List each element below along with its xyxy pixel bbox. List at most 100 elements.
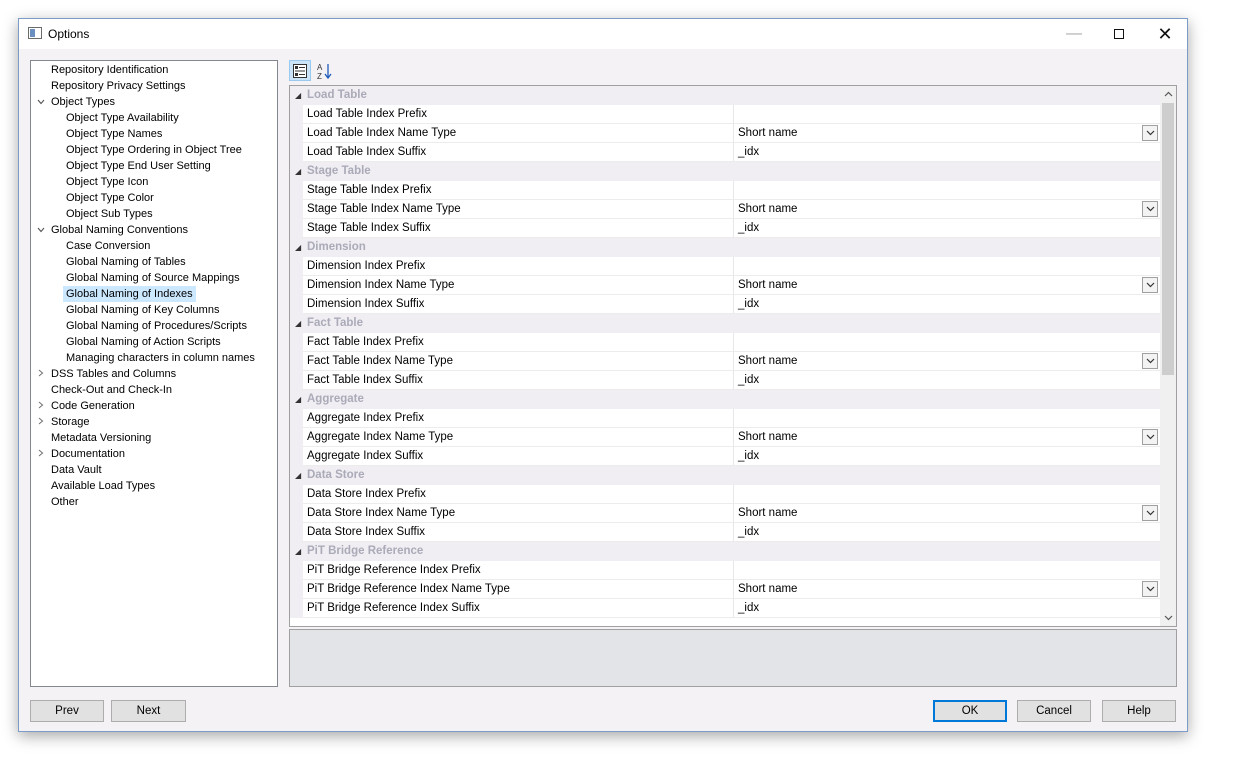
property-value[interactable]: _idx — [738, 143, 759, 162]
property-value[interactable]: _idx — [738, 599, 759, 618]
property-row[interactable]: Dimension Index Suffix _idx — [290, 295, 1160, 314]
expand-chevron-right-icon[interactable] — [35, 398, 47, 414]
dropdown-button[interactable] — [1142, 581, 1158, 597]
tree-item[interactable]: Check-Out and Check-In — [48, 382, 175, 398]
property-row[interactable]: Dimension Index Name Type Short name — [290, 276, 1160, 295]
collapse-triangle-icon[interactable]: ◢ — [295, 542, 301, 561]
column-divider[interactable] — [733, 561, 734, 580]
property-row[interactable]: Aggregate Index Suffix _idx — [290, 447, 1160, 466]
property-row[interactable]: Load Table Index Suffix _idx — [290, 143, 1160, 162]
tree-item[interactable]: Case Conversion — [63, 238, 153, 254]
property-row[interactable]: Data Store Index Name Type Short name — [290, 504, 1160, 523]
expand-chevron-right-icon[interactable] — [35, 446, 47, 462]
expand-chevron-right-icon[interactable] — [35, 366, 47, 382]
tree-item[interactable]: Global Naming of Indexes — [63, 286, 196, 302]
column-divider[interactable] — [733, 371, 734, 390]
grid-category-row[interactable]: ◢ Stage Table — [290, 162, 1160, 181]
minimize-button[interactable]: — — [1051, 19, 1097, 49]
property-row[interactable]: Dimension Index Prefix — [290, 257, 1160, 276]
prev-button[interactable]: Prev — [30, 700, 104, 722]
property-row[interactable]: PiT Bridge Reference Index Prefix — [290, 561, 1160, 580]
property-row[interactable]: PiT Bridge Reference Index Suffix _idx — [290, 599, 1160, 618]
property-row[interactable]: Load Table Index Name Type Short name — [290, 124, 1160, 143]
grid-category-row[interactable]: ◢ Dimension — [290, 238, 1160, 257]
help-button[interactable]: Help — [1102, 700, 1176, 722]
property-row[interactable]: Load Table Index Prefix — [290, 105, 1160, 124]
tree-item[interactable]: Global Naming of Source Mappings — [63, 270, 243, 286]
property-row[interactable]: Aggregate Index Prefix — [290, 409, 1160, 428]
expand-chevron-down-icon[interactable] — [35, 94, 47, 110]
property-row[interactable]: Stage Table Index Prefix — [290, 181, 1160, 200]
collapse-triangle-icon[interactable]: ◢ — [295, 390, 301, 409]
column-divider[interactable] — [733, 523, 734, 542]
dropdown-button[interactable] — [1142, 201, 1158, 217]
tree-item[interactable]: Object Type Names — [63, 126, 165, 142]
expand-chevron-down-icon[interactable] — [35, 222, 47, 238]
next-button[interactable]: Next — [111, 700, 186, 722]
dropdown-button[interactable] — [1142, 277, 1158, 293]
tree-item[interactable]: Code Generation — [48, 398, 138, 414]
column-divider[interactable] — [733, 257, 734, 276]
property-row[interactable]: Fact Table Index Suffix _idx — [290, 371, 1160, 390]
property-row[interactable]: Stage Table Index Suffix _idx — [290, 219, 1160, 238]
property-value[interactable]: _idx — [738, 447, 759, 466]
dropdown-button[interactable] — [1142, 505, 1158, 521]
property-value[interactable]: _idx — [738, 523, 759, 542]
tree-item[interactable]: Object Type Color — [63, 190, 157, 206]
tree-item[interactable]: DSS Tables and Columns — [48, 366, 179, 382]
collapse-triangle-icon[interactable]: ◢ — [295, 162, 301, 181]
tree-item[interactable]: Repository Privacy Settings — [48, 78, 189, 94]
column-divider[interactable] — [733, 181, 734, 200]
property-row[interactable]: Stage Table Index Name Type Short name — [290, 200, 1160, 219]
column-divider[interactable] — [733, 295, 734, 314]
close-button[interactable]: ✕ — [1142, 19, 1188, 49]
grid-category-row[interactable]: ◢ Load Table — [290, 86, 1160, 105]
collapse-triangle-icon[interactable]: ◢ — [295, 466, 301, 485]
column-divider[interactable] — [733, 580, 734, 599]
tree-item[interactable]: Other — [48, 494, 82, 510]
property-row[interactable]: PiT Bridge Reference Index Name Type Shor… — [290, 580, 1160, 599]
cancel-button[interactable]: Cancel — [1017, 700, 1091, 722]
tree-item[interactable]: Global Naming of Key Columns — [63, 302, 222, 318]
ok-button[interactable]: OK — [933, 700, 1007, 722]
property-value[interactable]: _idx — [738, 295, 759, 314]
property-row[interactable]: Data Store Index Suffix _idx — [290, 523, 1160, 542]
property-value[interactable]: _idx — [738, 219, 759, 238]
categorized-view-button[interactable] — [289, 60, 311, 81]
tree-item[interactable]: Object Type Availability — [63, 110, 182, 126]
property-value[interactable]: Short name — [738, 352, 797, 371]
collapse-triangle-icon[interactable]: ◢ — [295, 86, 301, 105]
property-value[interactable]: Short name — [738, 276, 797, 295]
tree-item[interactable]: Global Naming of Tables — [63, 254, 189, 270]
property-value[interactable]: Short name — [738, 580, 797, 599]
alphabetical-sort-button[interactable]: A Z — [313, 60, 335, 81]
options-tree[interactable]: Repository Identification Repository Priv… — [30, 60, 278, 687]
dropdown-button[interactable] — [1142, 125, 1158, 141]
dropdown-button[interactable] — [1142, 353, 1158, 369]
maximize-button[interactable] — [1096, 19, 1142, 49]
column-divider[interactable] — [733, 333, 734, 352]
grid-category-row[interactable]: ◢ Fact Table — [290, 314, 1160, 333]
grid-category-row[interactable]: ◢ Data Store — [290, 466, 1160, 485]
property-value[interactable]: _idx — [738, 371, 759, 390]
scrollbar-thumb[interactable] — [1162, 103, 1174, 375]
column-divider[interactable] — [733, 485, 734, 504]
property-row[interactable]: Data Store Index Prefix — [290, 485, 1160, 504]
column-divider[interactable] — [733, 428, 734, 447]
column-divider[interactable] — [733, 219, 734, 238]
scroll-up-button[interactable] — [1160, 86, 1176, 102]
tree-item[interactable]: Object Type End User Setting — [63, 158, 214, 174]
grid-category-row[interactable]: ◢ PiT Bridge Reference — [290, 542, 1160, 561]
tree-item[interactable]: Global Naming of Procedures/Scripts — [63, 318, 250, 334]
column-divider[interactable] — [733, 409, 734, 428]
column-divider[interactable] — [733, 124, 734, 143]
column-divider[interactable] — [733, 105, 734, 124]
property-value[interactable]: Short name — [738, 504, 797, 523]
tree-item[interactable]: Global Naming of Action Scripts — [63, 334, 224, 350]
tree-item[interactable]: Metadata Versioning — [48, 430, 154, 446]
dropdown-button[interactable] — [1142, 429, 1158, 445]
tree-item[interactable]: Storage — [48, 414, 93, 430]
tree-item[interactable]: Object Type Ordering in Object Tree — [63, 142, 245, 158]
column-divider[interactable] — [733, 599, 734, 618]
tree-item[interactable]: Object Types — [48, 94, 118, 110]
